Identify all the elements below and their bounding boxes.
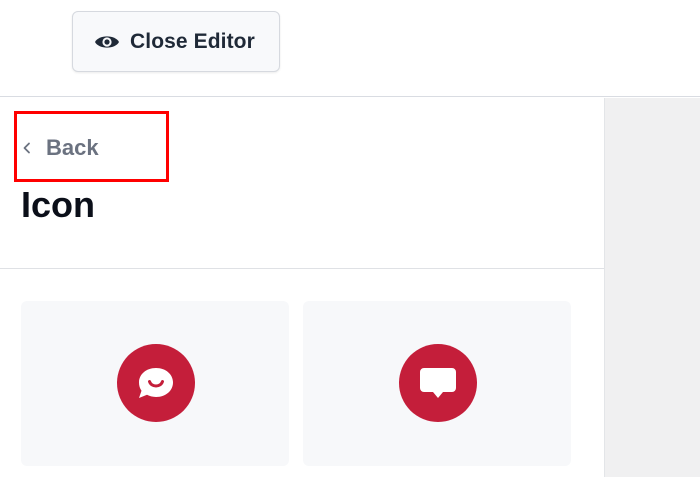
section-divider	[0, 268, 604, 269]
back-label: Back	[46, 135, 99, 160]
top-toolbar: Close Editor	[0, 0, 700, 97]
icon-badge	[399, 344, 477, 422]
page-title: Icon	[21, 184, 96, 225]
chat-bubble-icon	[420, 368, 456, 398]
eye-icon	[94, 33, 120, 51]
icon-badge	[117, 344, 195, 422]
icon-option-chat[interactable]	[303, 301, 571, 466]
chat-bubble-smile-icon	[139, 368, 173, 398]
chevron-left-icon	[22, 142, 32, 154]
preview-panel	[604, 98, 700, 477]
close-editor-label: Close Editor	[130, 29, 255, 53]
icon-option-chat-smile[interactable]	[21, 301, 289, 466]
close-editor-button[interactable]: Close Editor	[72, 11, 280, 72]
back-button[interactable]: Back	[22, 128, 99, 168]
